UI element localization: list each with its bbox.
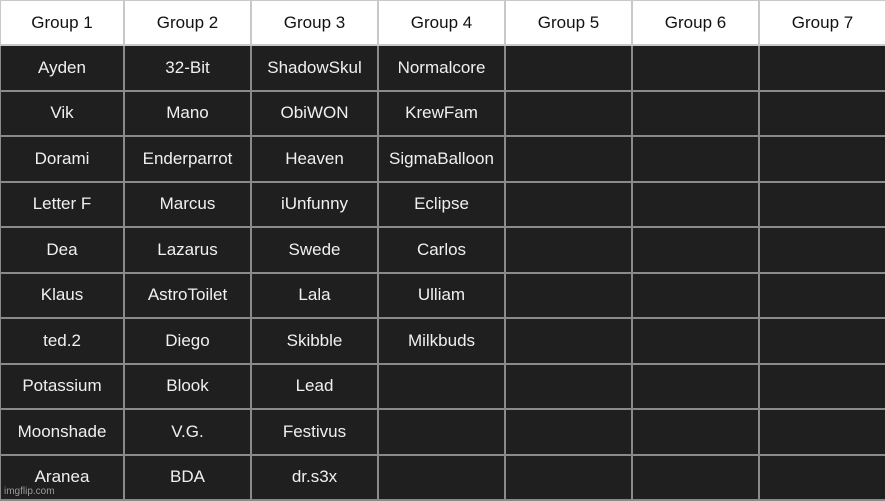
- column-header: Group 1: [0, 0, 125, 46]
- table-cell: dr.s3x: [250, 453, 379, 501]
- table-cell: Blook: [123, 362, 252, 410]
- table-cell: [631, 317, 760, 365]
- table-cell: [377, 362, 506, 410]
- table-row: Ayden 32-Bit ShadowSkul Normalcore: [0, 44, 885, 92]
- column-header: Group 5: [504, 0, 633, 46]
- table-cell: BDA: [123, 453, 252, 501]
- table-row: Letter F Marcus iUnfunny Eclipse: [0, 180, 885, 228]
- table-cell: Lead: [250, 362, 379, 410]
- table-row: Dorami Enderparrot Heaven SigmaBalloon: [0, 135, 885, 183]
- table-cell: V.G.: [123, 408, 252, 456]
- table-cell: Swede: [250, 226, 379, 274]
- header-row: Group 1 Group 2 Group 3 Group 4 Group 5 Group…: [0, 0, 885, 46]
- table-cell: [631, 453, 760, 501]
- table-cell: [758, 453, 885, 501]
- table-cell: Lala: [250, 271, 379, 319]
- column-header: Group 4: [377, 0, 506, 46]
- table-cell: ted.2: [0, 317, 125, 365]
- table-cell: Milkbuds: [377, 317, 506, 365]
- table-cell: Enderparrot: [123, 135, 252, 183]
- table-cell: [504, 135, 633, 183]
- table-cell: AstroToilet: [123, 271, 252, 319]
- table-cell: [631, 362, 760, 410]
- table-cell: [631, 135, 760, 183]
- table-row: Klaus AstroToilet Lala Ulliam: [0, 271, 885, 319]
- table-row: Aranea BDA dr.s3x: [0, 453, 885, 501]
- table-cell: Carlos: [377, 226, 506, 274]
- table-cell: [758, 271, 885, 319]
- table-cell: [504, 180, 633, 228]
- table-cell: [377, 408, 506, 456]
- column-header: Group 2: [123, 0, 252, 46]
- table-cell: Mano: [123, 89, 252, 137]
- table-cell: [758, 180, 885, 228]
- table-cell: SigmaBalloon: [377, 135, 506, 183]
- table-cell: iUnfunny: [250, 180, 379, 228]
- table-cell: [504, 44, 633, 92]
- table-cell: Ayden: [0, 44, 125, 92]
- table-cell: Letter F: [0, 180, 125, 228]
- column-header: Group 6: [631, 0, 760, 46]
- table-cell: [758, 226, 885, 274]
- table-cell: Diego: [123, 317, 252, 365]
- column-header: Group 7: [758, 0, 885, 46]
- table-cell: [758, 317, 885, 365]
- table-row: Moonshade V.G. Festivus: [0, 408, 885, 456]
- table-cell: [631, 408, 760, 456]
- table-cell: [758, 89, 885, 137]
- table-cell: Ulliam: [377, 271, 506, 319]
- table-row: ted.2 Diego Skibble Milkbuds: [0, 317, 885, 365]
- column-header: Group 3: [250, 0, 379, 46]
- table-row: Vik Mano ObiWON KrewFam: [0, 89, 885, 137]
- table-cell: ObiWON: [250, 89, 379, 137]
- table-cell: [631, 89, 760, 137]
- table-cell: Lazarus: [123, 226, 252, 274]
- table-cell: Klaus: [0, 271, 125, 319]
- table-cell: [631, 44, 760, 92]
- table-cell: ShadowSkul: [250, 44, 379, 92]
- table-cell: [504, 89, 633, 137]
- table-cell: Skibble: [250, 317, 379, 365]
- table-cell: Festivus: [250, 408, 379, 456]
- groups-table: Group 1 Group 2 Group 3 Group 4 Group 5 Group…: [0, 0, 885, 501]
- table-cell: [758, 135, 885, 183]
- table-cell: [504, 317, 633, 365]
- table-cell: [504, 226, 633, 274]
- table-cell: KrewFam: [377, 89, 506, 137]
- table-cell: Potassium: [0, 362, 125, 410]
- table-cell: [758, 44, 885, 92]
- table-cell: Dea: [0, 226, 125, 274]
- watermark: imgflip.com: [4, 486, 55, 497]
- table-cell: [758, 408, 885, 456]
- table-cell: [631, 226, 760, 274]
- table-cell: 32-Bit: [123, 44, 252, 92]
- table-cell: [631, 271, 760, 319]
- table-cell: [504, 271, 633, 319]
- table-cell: [758, 362, 885, 410]
- table-cell: [377, 453, 506, 501]
- table-cell: Marcus: [123, 180, 252, 228]
- table-cell: [631, 180, 760, 228]
- table-row: Potassium Blook Lead: [0, 362, 885, 410]
- table-cell: [504, 362, 633, 410]
- table-cell: Moonshade: [0, 408, 125, 456]
- table-cell: Heaven: [250, 135, 379, 183]
- table-cell: Dorami: [0, 135, 125, 183]
- table-cell: Normalcore: [377, 44, 506, 92]
- table-cell: [504, 408, 633, 456]
- table-cell: Vik: [0, 89, 125, 137]
- table-row: Dea Lazarus Swede Carlos: [0, 226, 885, 274]
- table-cell: [504, 453, 633, 501]
- table-cell: Eclipse: [377, 180, 506, 228]
